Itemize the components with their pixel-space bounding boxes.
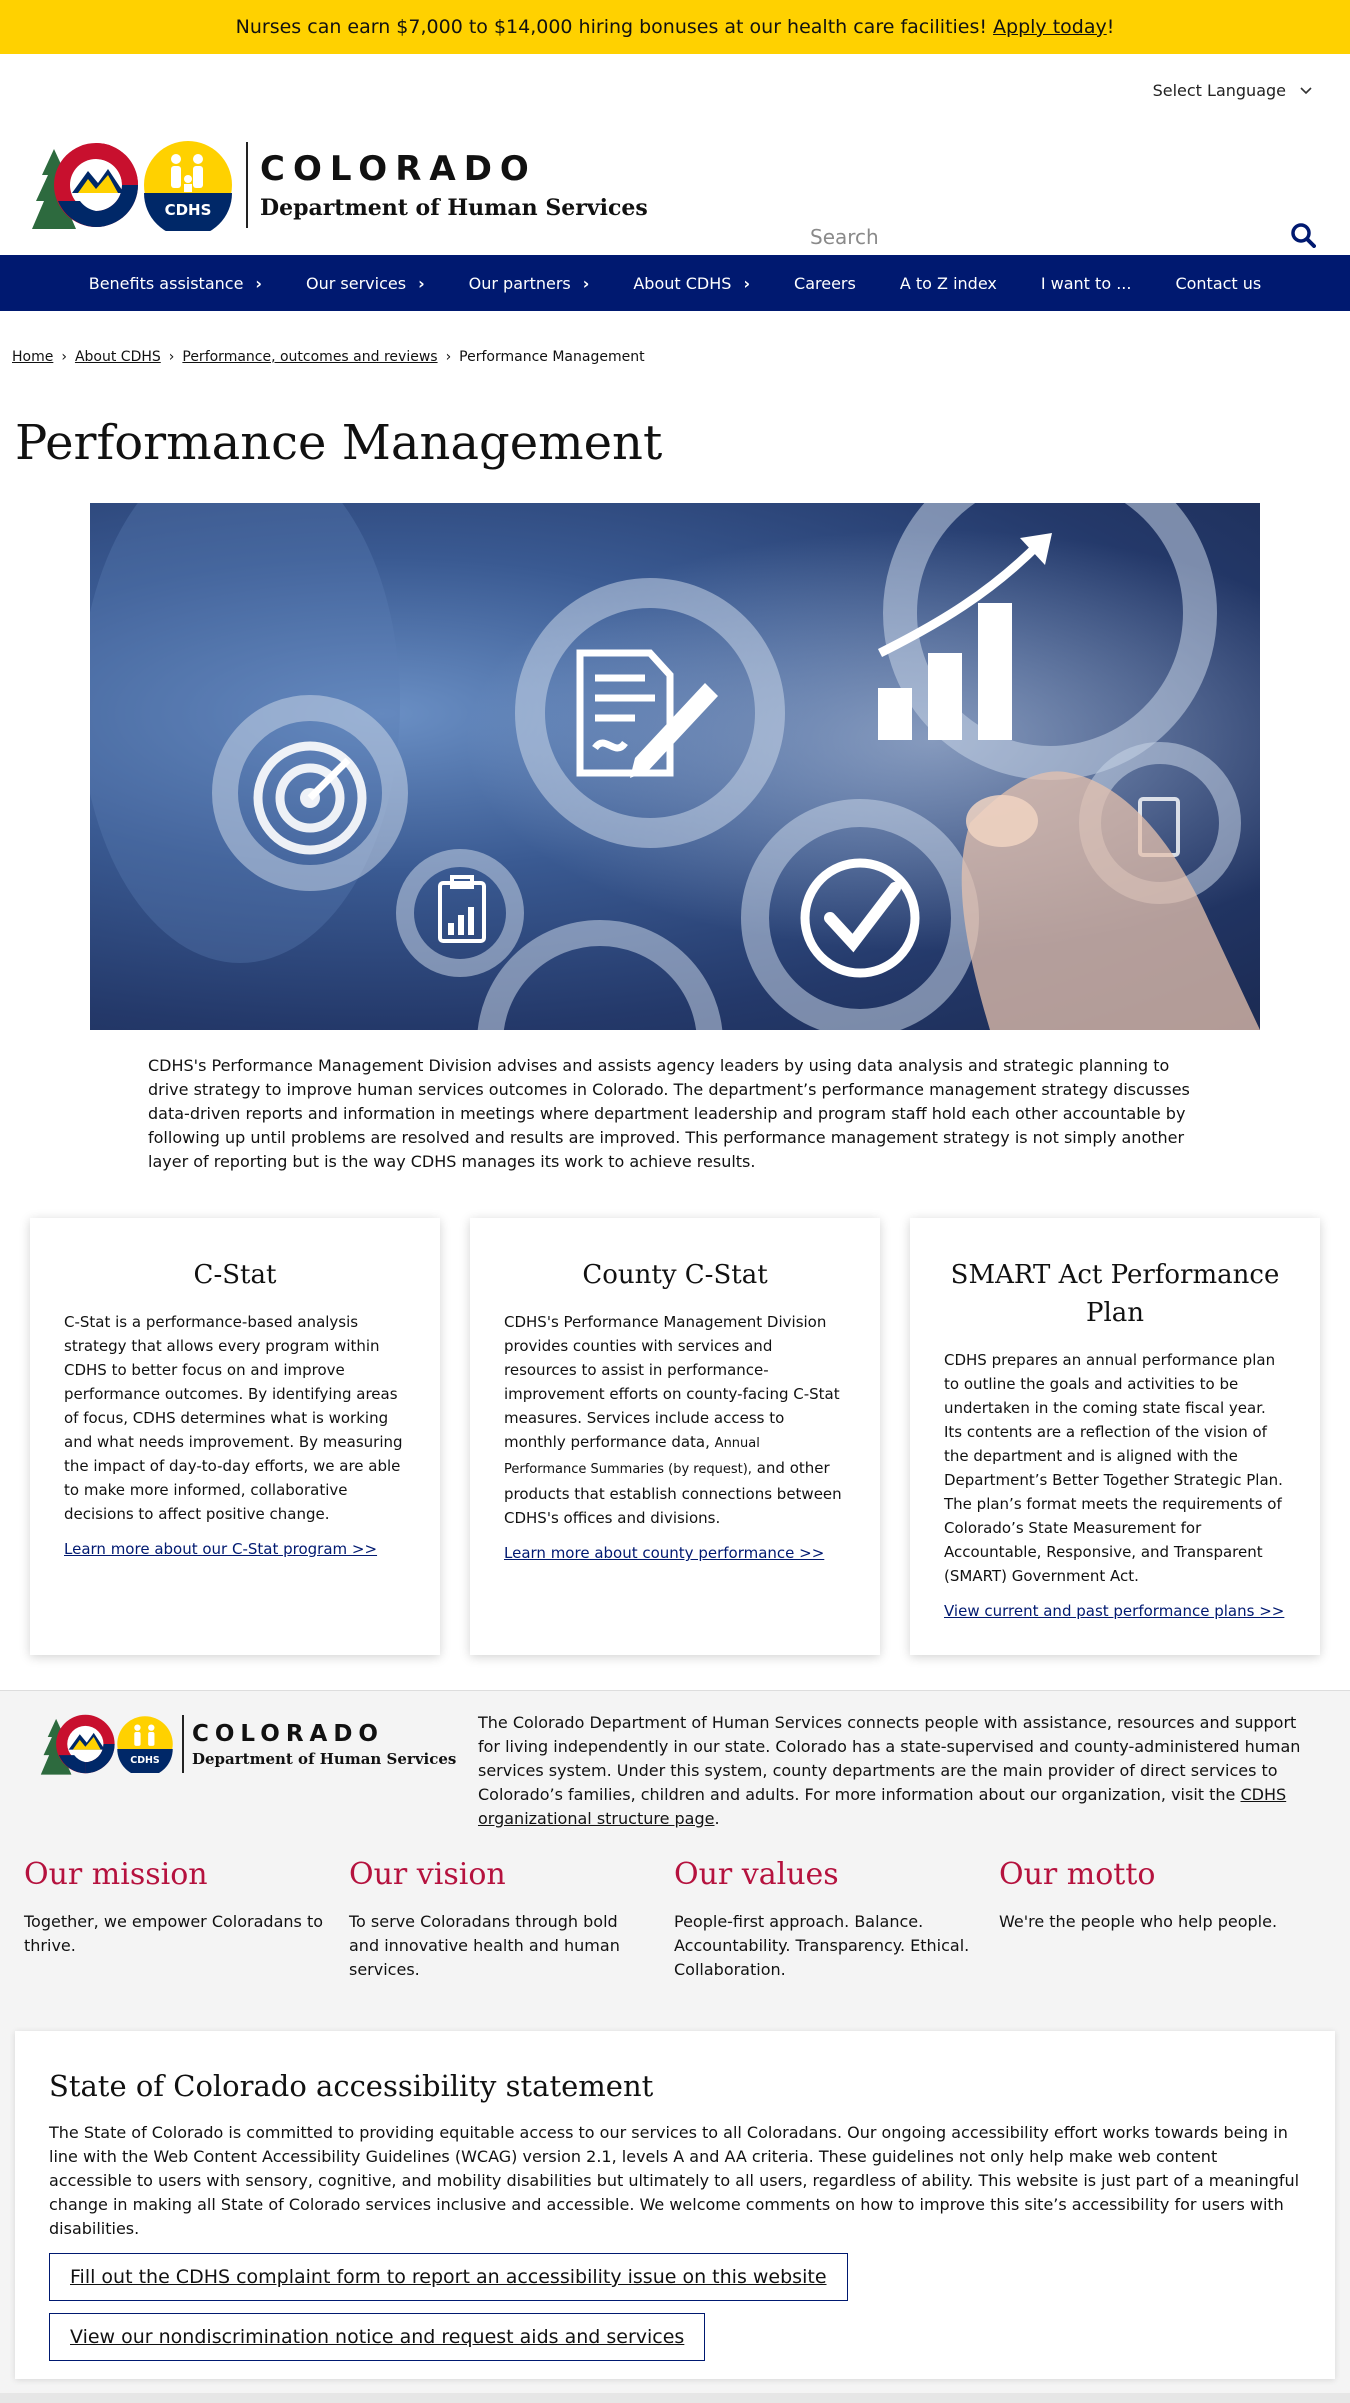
- value-title: Our mission: [24, 1857, 208, 1892]
- value-text: Together, we empower Coloradans to thriv…: [24, 1912, 323, 1955]
- card-county-c-stat: County C-Stat CDHS's Performance Managem…: [470, 1218, 880, 1655]
- chevron-right-icon: ›: [582, 273, 590, 293]
- nav-item-our-services[interactable]: Our services ›: [284, 274, 447, 293]
- value-text: To serve Coloradans through bold and inn…: [349, 1912, 620, 1979]
- nav-item-a-to-z-index[interactable]: A to Z index: [878, 274, 1019, 293]
- value-mission: Our mission Together, we empower Colorad…: [24, 1857, 349, 1982]
- nav-item-contact-us[interactable]: Contact us: [1153, 274, 1283, 293]
- search-icon[interactable]: [1290, 222, 1316, 252]
- logo-colorado-text: COLORADO: [260, 149, 537, 189]
- value-title: Our values: [674, 1857, 839, 1892]
- card-smart-act: SMART Act Performance Plan CDHS prepares…: [910, 1218, 1320, 1655]
- value-text: We're the people who help people.: [999, 1912, 1278, 1931]
- logo-department-text: Department of Human Services: [192, 1749, 457, 1768]
- nondiscrimination-button[interactable]: View our nondiscrimination notice and re…: [49, 2313, 706, 2361]
- value-motto: Our motto We're the people who help peop…: [999, 1857, 1324, 1982]
- nav-item-our-partners[interactable]: Our partners ›: [447, 274, 612, 293]
- breadcrumb-separator: ›: [445, 349, 452, 365]
- breadcrumb-separator: ›: [168, 349, 175, 365]
- bottom-strip: [0, 2393, 1350, 2403]
- card-body: CDHS's Performance Management Division p…: [504, 1310, 846, 1530]
- logo-colorado-text: COLORADO: [192, 1720, 384, 1747]
- footer-logo[interactable]: CDHS COLORADO Department of Human Servic…: [38, 1713, 456, 1775]
- svg-text:CDHS: CDHS: [165, 201, 212, 219]
- page-title: Performance Management: [15, 415, 663, 471]
- card-body: CDHS prepares an annual performance plan…: [944, 1351, 1283, 1585]
- alert-banner: Nurses can earn $7,000 to $14,000 hiring…: [0, 0, 1350, 54]
- accessibility-text: The State of Colorado is committed to pr…: [49, 2123, 1300, 2238]
- card-body: C-Stat is a performance-based analysis s…: [64, 1313, 403, 1523]
- card-title: SMART Act Performance Plan: [950, 1260, 1280, 1328]
- alert-text: Nurses can earn $7,000 to $14,000 hiring…: [235, 16, 988, 38]
- breadcrumb-current: Performance Management: [459, 349, 645, 365]
- complaint-form-button[interactable]: Fill out the CDHS complaint form to repo…: [49, 2253, 848, 2301]
- card-body-part-a: CDHS's Performance Management Division p…: [504, 1313, 840, 1451]
- colorado-logo-icon: [32, 143, 138, 229]
- values-row: Our mission Together, we empower Colorad…: [24, 1857, 1324, 1982]
- card-c-stat: C-Stat C-Stat is a performance-based ana…: [30, 1218, 440, 1655]
- nav-item-i-want-to[interactable]: I want to ...: [1019, 274, 1154, 293]
- footer-description: The Colorado Department of Human Service…: [478, 1711, 1318, 1831]
- nav-item-label: I want to ...: [1040, 273, 1132, 293]
- cdhs-badge-icon: CDHS: [117, 1716, 173, 1773]
- svg-text:CDHS: CDHS: [130, 1755, 160, 1766]
- chevron-right-icon: ›: [418, 273, 425, 293]
- value-text: People-first approach. Balance. Accounta…: [674, 1912, 970, 1979]
- card-title: C-Stat: [193, 1260, 277, 1290]
- hero-image: [90, 503, 1260, 1030]
- site-logo[interactable]: CDHS COLORADO Department of Human Servic…: [28, 139, 648, 231]
- breadcrumb-separator: ›: [61, 349, 67, 365]
- main-nav: Benefits assistance › Our services › Our p…: [0, 255, 1350, 311]
- colorado-logo-icon: [40, 1714, 115, 1775]
- nav-item-careers[interactable]: Careers: [772, 274, 878, 293]
- language-select[interactable]: Select Language: [1153, 81, 1312, 100]
- value-title: Our motto: [999, 1857, 1156, 1892]
- chevron-down-icon: [1300, 84, 1312, 98]
- value-vision: Our vision To serve Coloradans through b…: [349, 1857, 674, 1982]
- c-stat-learn-more-link[interactable]: Learn more about our C-Stat program >>: [64, 1540, 377, 1558]
- search-box: [810, 212, 1330, 262]
- logo-divider: [182, 1715, 184, 1773]
- cdhs-badge-icon: CDHS: [144, 141, 232, 231]
- logo-divider: [246, 142, 248, 228]
- alert-suffix: !: [1106, 16, 1115, 38]
- footer-logo-text: COLORADO Department of Human Services: [192, 1721, 456, 1768]
- chevron-right-icon: ›: [743, 273, 751, 293]
- intro-paragraph: CDHS's Performance Management Division a…: [148, 1056, 1190, 1171]
- breadcrumb-home[interactable]: Home: [12, 349, 53, 365]
- footer-description-end: .: [714, 1809, 720, 1828]
- logo-text: COLORADO Department of Human Services: [260, 149, 648, 221]
- nav-item-label: Our services: [306, 273, 407, 293]
- nav-item-label: A to Z index: [899, 273, 997, 293]
- nav-item-label: Benefits assistance: [88, 273, 244, 293]
- card-title: County C-Stat: [582, 1260, 768, 1290]
- county-performance-link[interactable]: Learn more about county performance >>: [504, 1544, 824, 1562]
- logo-department-text: Department of Human Services: [260, 195, 648, 221]
- apply-today-link[interactable]: Apply today: [993, 16, 1107, 38]
- language-select-label: Select Language: [1152, 81, 1286, 100]
- value-values: Our values People-first approach. Balanc…: [674, 1857, 999, 1982]
- nav-item-label: About CDHS: [633, 273, 732, 293]
- breadcrumb: Home › About CDHS › Performance, outcome…: [0, 311, 1350, 375]
- nav-item-benefits-assistance[interactable]: Benefits assistance ›: [67, 274, 284, 293]
- accessibility-title: State of Colorado accessibility statemen…: [49, 2069, 654, 2103]
- nav-item-label: Our partners: [468, 273, 571, 293]
- nav-item-label: Contact us: [1175, 273, 1262, 293]
- breadcrumb-performance[interactable]: Performance, outcomes and reviews: [182, 349, 437, 365]
- value-title: Our vision: [349, 1857, 506, 1892]
- site-header: Select Language CDHS COLORADO Department…: [0, 54, 1350, 255]
- chevron-right-icon: ›: [255, 273, 263, 293]
- performance-plans-link[interactable]: View current and past performance plans …: [944, 1602, 1284, 1620]
- accessibility-statement: State of Colorado accessibility statemen…: [15, 2031, 1335, 2379]
- footer: CDHS COLORADO Department of Human Servic…: [0, 1690, 1350, 2403]
- program-cards: C-Stat C-Stat is a performance-based ana…: [30, 1218, 1320, 1655]
- footer-description-text: The Colorado Department of Human Service…: [478, 1713, 1301, 1804]
- breadcrumb-about-cdhs[interactable]: About CDHS: [75, 349, 161, 365]
- search-input[interactable]: [810, 225, 1210, 249]
- nav-item-label: Careers: [794, 273, 856, 293]
- nav-item-about-cdhs[interactable]: About CDHS ›: [611, 274, 772, 293]
